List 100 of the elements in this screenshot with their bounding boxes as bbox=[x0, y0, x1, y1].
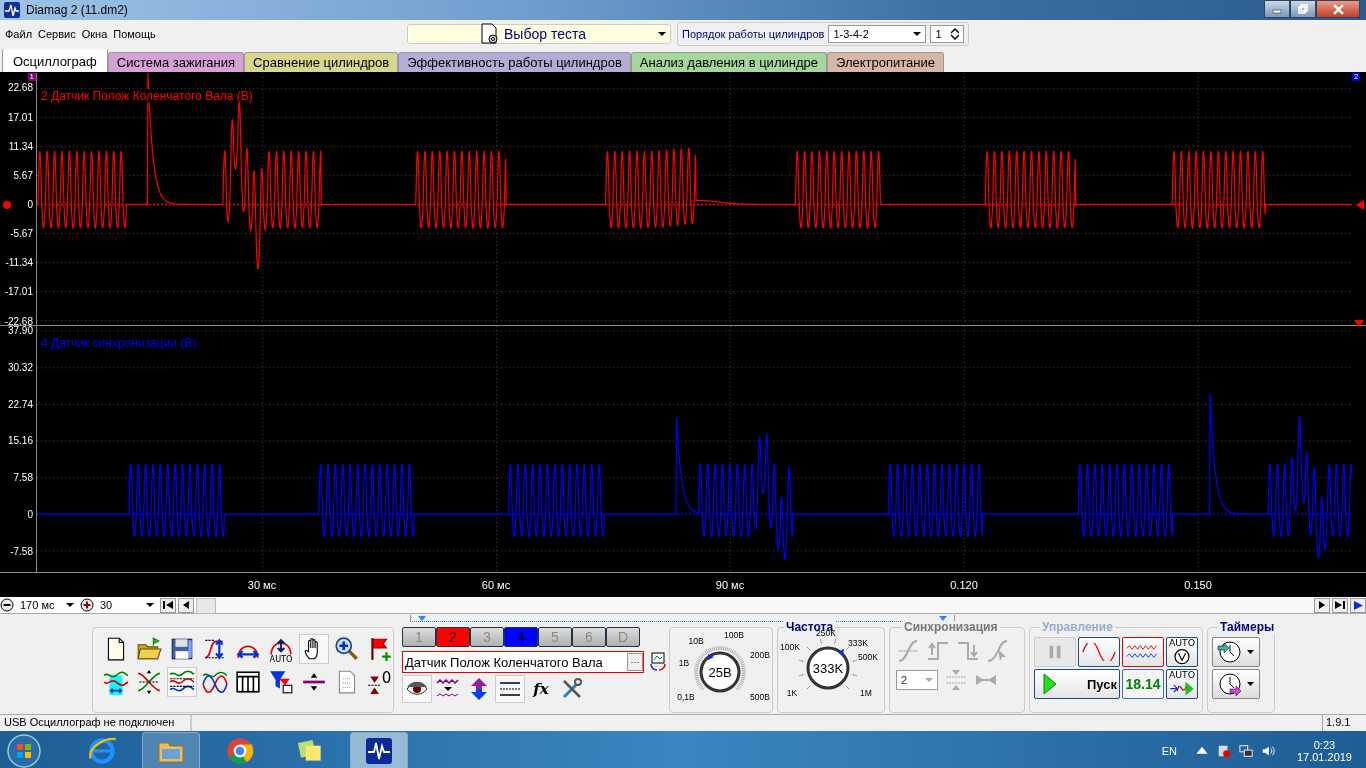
sync-title: Синхронизация bbox=[902, 621, 1000, 634]
monitor-arrows-icon[interactable] bbox=[648, 652, 668, 672]
auto-voltage-button[interactable]: AUTO bbox=[1166, 637, 1198, 667]
caret-icon bbox=[66, 603, 74, 607]
clock-time[interactable]: 0:23 bbox=[1313, 739, 1336, 751]
triangle-right-icon bbox=[1319, 601, 1325, 609]
open-folder-icon bbox=[136, 636, 162, 662]
y-axis-label: -17.01 bbox=[4, 286, 33, 299]
dial-label: 1M bbox=[860, 688, 872, 698]
tab[interactable]: Осциллограф bbox=[2, 48, 108, 72]
last-button[interactable] bbox=[1332, 597, 1348, 613]
scrollbar-thumb[interactable] bbox=[196, 597, 216, 614]
taskbar-button[interactable] bbox=[350, 732, 408, 768]
browser-icon[interactable] bbox=[86, 735, 118, 767]
dial-label: 1В bbox=[678, 658, 690, 668]
y-axis-label: 22.68 bbox=[7, 82, 33, 95]
play-button[interactable] bbox=[1350, 597, 1366, 613]
dial-value: 25В bbox=[708, 665, 732, 680]
y-axis-label: 22.74 bbox=[7, 398, 33, 411]
x-axis-label: 60 мс bbox=[480, 579, 512, 591]
chrome-icon[interactable] bbox=[224, 735, 256, 767]
menu-item[interactable]: Файл bbox=[5, 28, 33, 40]
waves-button[interactable] bbox=[1122, 637, 1164, 667]
tool-button[interactable] bbox=[167, 667, 197, 697]
zero-marker-icon[interactable] bbox=[3, 201, 11, 209]
zero-marker-icon[interactable] bbox=[1354, 200, 1364, 210]
cursor-marker[interactable]: 1 bbox=[27, 73, 36, 81]
network-icon[interactable] bbox=[1238, 744, 1253, 758]
language-indicator[interactable]: EN bbox=[1161, 745, 1177, 757]
previous-button[interactable] bbox=[178, 597, 194, 613]
channel-title: 2 Датчик Полож Коленчатого Вала (В) bbox=[39, 89, 255, 103]
save-icon bbox=[169, 636, 195, 662]
tool-button[interactable] bbox=[402, 675, 432, 703]
menu-item[interactable]: Окна bbox=[81, 28, 108, 40]
y-axis-label: 7.58 bbox=[13, 472, 33, 485]
y-axis-label: -11.34 bbox=[5, 257, 33, 270]
channel-name-field[interactable]: Датчик Полож Коленчатого Вала ··· bbox=[402, 651, 644, 673]
cursor-marker[interactable]: 2 bbox=[1352, 73, 1361, 81]
x-axis-label: 30 мс bbox=[246, 579, 278, 591]
y-axis-label: 5.67 bbox=[13, 169, 33, 182]
tool-button[interactable] bbox=[299, 634, 329, 664]
close-button[interactable] bbox=[1316, 0, 1360, 18]
crossing-waves-icon bbox=[136, 669, 162, 695]
y-axis-label: 15.16 bbox=[7, 435, 33, 448]
tab[interactable]: Анализ давления в цилиндре bbox=[630, 52, 827, 72]
tab[interactable]: Эффективность работы цилиндров bbox=[398, 52, 631, 72]
tab[interactable]: Сравнение цилиндров bbox=[244, 52, 399, 72]
menu-item[interactable]: Сервис bbox=[38, 28, 76, 40]
maximize-button[interactable] bbox=[1290, 0, 1316, 18]
dial-label: 1K bbox=[786, 688, 798, 698]
tool-button[interactable]: 0 bbox=[365, 667, 395, 697]
first-button[interactable] bbox=[160, 597, 176, 613]
test-dropdown[interactable]: Выбор теста bbox=[407, 24, 671, 44]
skip-start-icon bbox=[163, 601, 173, 609]
tool-button[interactable] bbox=[495, 675, 525, 703]
caret-icon bbox=[146, 603, 154, 607]
y-axis-label: 0 bbox=[27, 509, 33, 521]
dial[interactable] bbox=[693, 645, 747, 693]
timer-stop-button[interactable] bbox=[1212, 669, 1260, 699]
start-button[interactable] bbox=[6, 733, 42, 768]
zoom-in-icon[interactable] bbox=[80, 598, 94, 612]
cylinder-order-dropdown[interactable]: 1-3-4-2 bbox=[828, 25, 927, 43]
tool-button[interactable]: AUTO bbox=[266, 634, 296, 664]
auto-start-button[interactable]: AUTO bbox=[1166, 669, 1198, 699]
cylinder-spinner[interactable]: 1 bbox=[930, 25, 965, 43]
y-axis-label: -5.67 bbox=[10, 228, 33, 241]
clock-arrow-icon bbox=[1216, 672, 1256, 696]
minimize-button[interactable] bbox=[1264, 0, 1290, 18]
dial-label: 500K bbox=[858, 652, 878, 662]
overlapping-waves-icon bbox=[202, 669, 228, 695]
x-axis-label: 0.150 bbox=[1183, 579, 1213, 591]
sine-button[interactable] bbox=[1078, 637, 1120, 667]
timers-title: Таймеры bbox=[1218, 621, 1277, 634]
y-axis-label: -22.68 bbox=[4, 315, 33, 327]
close-icon bbox=[1332, 3, 1344, 15]
triangle-down-icon[interactable] bbox=[418, 615, 426, 621]
zoom-out-icon[interactable] bbox=[0, 598, 14, 612]
browse-button[interactable]: ··· bbox=[627, 653, 643, 671]
channel-button[interactable]: 2 bbox=[436, 627, 470, 647]
clock-date[interactable]: 17.01.2019 bbox=[1296, 751, 1352, 763]
band-waves-icon bbox=[103, 669, 129, 695]
triangle-down-icon[interactable] bbox=[1354, 318, 1364, 328]
start-button[interactable]: Пуск bbox=[1034, 669, 1120, 699]
play-icon bbox=[1353, 600, 1363, 610]
dial-label: 333K bbox=[848, 638, 868, 648]
speaker-icon[interactable] bbox=[1260, 744, 1275, 758]
tab[interactable]: Электропитание bbox=[826, 52, 944, 72]
y-axis-label: 17.01 bbox=[7, 111, 33, 124]
tab[interactable]: Система зажигания bbox=[107, 52, 245, 72]
window-title: Diamag 2 (11.dm2) bbox=[26, 3, 128, 17]
caret-icon bbox=[925, 678, 933, 682]
dial-label: 10В bbox=[688, 636, 704, 646]
y-axis-label: 30.32 bbox=[7, 361, 33, 374]
triangle-down-icon[interactable] bbox=[939, 615, 947, 621]
skip-end-icon bbox=[1335, 601, 1345, 609]
restore-icon bbox=[1298, 4, 1308, 14]
menu-item[interactable]: Помощь bbox=[113, 28, 156, 40]
next-button[interactable] bbox=[1314, 597, 1330, 613]
formula-button[interactable]: fx bbox=[526, 675, 556, 703]
timer-start-button[interactable] bbox=[1212, 637, 1260, 667]
